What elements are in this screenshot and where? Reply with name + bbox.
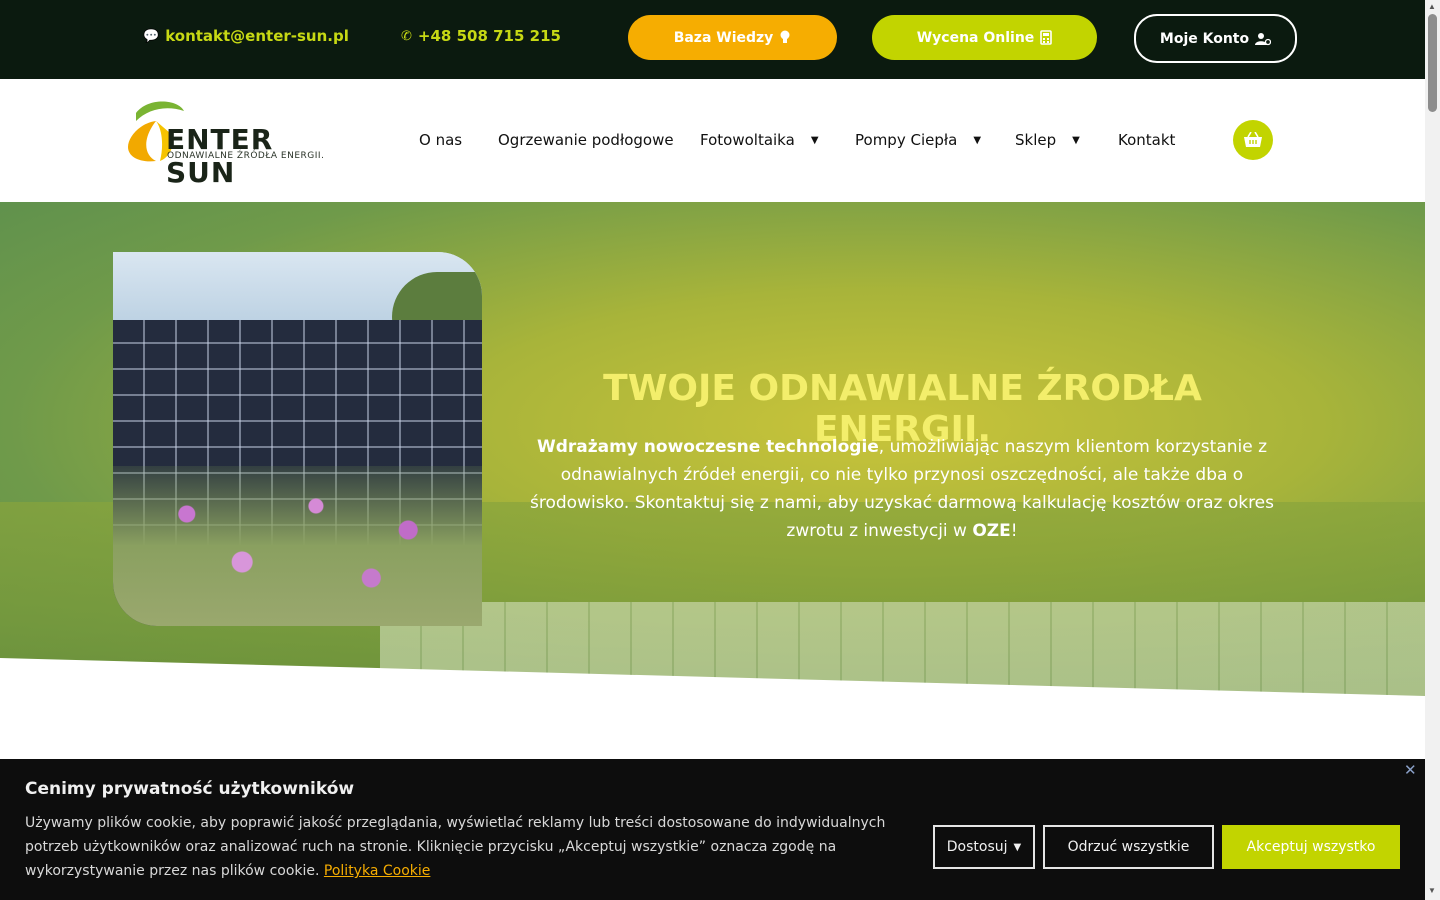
nav-label: Kontakt [1118, 131, 1176, 149]
cookie-text: Używamy plików cookie, aby poprawić jako… [25, 811, 895, 883]
scrollbar[interactable]: ▲ ▼ [1425, 0, 1440, 900]
nav-item-pompy-ciepla[interactable]: Pompy Ciepła ▼ [855, 131, 981, 149]
nav-item-sklep[interactable]: Sklep ▼ [1015, 131, 1080, 149]
caret-down-icon: ▼ [973, 134, 982, 146]
cookie-policy-link[interactable]: Polityka Cookie [324, 863, 430, 879]
calculator-icon [1040, 30, 1053, 45]
cookie-title: Cenimy prywatność użytkowników [25, 779, 355, 799]
lightbulb-icon [780, 30, 790, 43]
logo-tagline: ODNAWIALNE ŹRÓDŁA ENERGII. [167, 151, 325, 161]
baza-wiedzy-label: Baza Wiedzy [673, 29, 774, 46]
caret-down-icon: ▼ [1013, 841, 1022, 853]
customize-button[interactable]: Dostosuj ▼ [933, 825, 1035, 869]
cookie-banner: ✕ Cenimy prywatność użytkowników Używamy… [0, 759, 1425, 900]
hero-solar-photo [113, 252, 482, 626]
hero-text-bold: Wdrażamy nowoczesne technologie [536, 437, 879, 457]
nav-label: O nas [419, 131, 463, 149]
hero-text-oze: OZE [972, 521, 1011, 541]
phone-text: +48 508 715 215 [417, 27, 561, 45]
wycena-online-label: Wycena Online [916, 29, 1035, 46]
baza-wiedzy-button[interactable]: Baza Wiedzy [628, 15, 837, 60]
hero-text-end: ! [1010, 521, 1018, 541]
scroll-down-icon[interactable]: ▼ [1428, 886, 1436, 895]
basket-icon [1244, 132, 1262, 147]
caret-down-icon: ▼ [810, 134, 819, 146]
moje-konto-button[interactable]: Moje Konto [1134, 14, 1297, 63]
cookie-body: Używamy plików cookie, aby poprawić jako… [25, 815, 886, 879]
phone-link[interactable]: ✆ +48 508 715 215 [401, 27, 561, 45]
site-header: ENTER SUN ODNAWIALNE ŹRÓDŁA ENERGII. O n… [0, 79, 1425, 202]
scroll-up-icon[interactable]: ▲ [1428, 2, 1436, 11]
chat-icon: 💬 [143, 28, 160, 44]
phone-icon: ✆ [401, 28, 412, 44]
email-link[interactable]: 💬 kontakt@enter-sun.pl [143, 27, 349, 45]
nav-item-fotowoltaika[interactable]: Fotowoltaika ▼ [700, 131, 819, 149]
hero-section: TWOJE ODNAWIALNE ŹRODŁA ENERGII. Wdrażam… [0, 202, 1425, 697]
nav-label: Sklep [1015, 131, 1057, 149]
wycena-online-button[interactable]: Wycena Online [872, 15, 1097, 60]
customize-label: Dostosuj [946, 839, 1008, 855]
reject-all-button[interactable]: Odrzuć wszystkie [1043, 825, 1214, 869]
scroll-thumb[interactable] [1428, 14, 1437, 112]
nav-label: Fotowoltaika [700, 131, 795, 149]
cart-button[interactable] [1233, 120, 1273, 160]
caret-down-icon: ▼ [1072, 134, 1080, 146]
hero-description: Wdrażamy nowoczesne technologie, umożliw… [517, 433, 1287, 545]
email-text: kontakt@enter-sun.pl [165, 27, 349, 45]
nav-item-o-nas[interactable]: O nas [419, 131, 462, 149]
logo[interactable]: ENTER SUN ODNAWIALNE ŹRÓDŁA ENERGII. [126, 99, 336, 189]
nav-item-ogrzewanie[interactable]: Ogrzewanie podłogowe [498, 131, 674, 149]
nav-label: Ogrzewanie podłogowe [498, 131, 674, 149]
top-bar: 💬 kontakt@enter-sun.pl ✆ +48 508 715 215… [0, 0, 1425, 79]
user-settings-icon [1255, 32, 1272, 45]
nav-label: Pompy Ciepła [855, 131, 958, 149]
nav-item-kontakt[interactable]: Kontakt [1118, 131, 1175, 149]
accept-all-button[interactable]: Akceptuj wszystko [1222, 825, 1400, 869]
close-icon[interactable]: ✕ [1404, 761, 1417, 779]
photo-flowers [113, 466, 482, 626]
moje-konto-label: Moje Konto [1159, 30, 1250, 47]
